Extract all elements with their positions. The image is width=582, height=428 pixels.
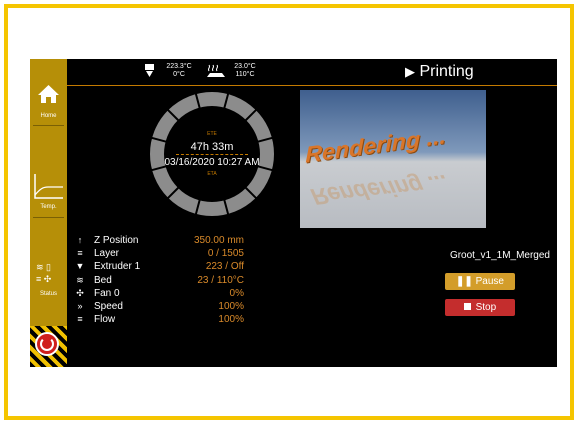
pause-button[interactable]: ❚❚ Pause xyxy=(445,273,515,290)
ete-label: ETE xyxy=(207,131,217,137)
flow-icon: ≡ xyxy=(77,314,83,325)
stat-value: 350.00 mm xyxy=(193,235,244,246)
flow-fan-icon: ≡ ✣ xyxy=(36,274,52,284)
emergency-stop-icon xyxy=(35,332,59,356)
eta-datetime: 03/16/2020 10:27 AM xyxy=(164,157,260,168)
extruder-temp-indicator[interactable]: 223.3°C 0°C xyxy=(143,61,203,83)
status-text: Printing xyxy=(419,63,474,80)
speed-icon: » xyxy=(77,301,83,311)
stat-row: ≡ Flow 100% xyxy=(70,313,250,326)
speed-thermo-icon: ≋ ▯ xyxy=(36,262,51,272)
eta-label: ETA xyxy=(207,171,217,177)
extruder-target: 0°C xyxy=(173,71,185,78)
extruder-temp: 223.3°C xyxy=(166,63,192,70)
temp-label: Temp. xyxy=(40,204,57,210)
home-icon xyxy=(38,85,59,103)
stat-label: Speed xyxy=(94,301,123,312)
bed-icon: ≋ xyxy=(76,274,84,285)
home-nav[interactable]: Home xyxy=(30,59,67,119)
stat-value: 0% xyxy=(229,287,244,299)
pause-icon: ❚❚ xyxy=(456,276,473,287)
stat-row: ≋ Bed 23 / 110°C xyxy=(70,274,250,287)
z-arrow-icon: ↑ xyxy=(77,235,83,245)
sidebar: Home Temp. ≋ ▯ ≡ ✣ Status xyxy=(30,59,67,367)
time-remaining: 47h 33m xyxy=(190,141,234,153)
stat-label: Z Position xyxy=(94,235,139,246)
stat-value: 223 / Off xyxy=(205,261,244,273)
stat-value: 100% xyxy=(218,301,244,312)
fan-icon: ✣ xyxy=(76,287,84,298)
stop-button[interactable]: Stop xyxy=(445,299,515,316)
extruder-icon xyxy=(145,64,154,77)
extruder-icon: ▼ xyxy=(75,261,85,272)
printer-status: ▶ Printing xyxy=(405,63,474,81)
topbar-divider xyxy=(67,85,557,86)
stat-row: ≡ Layer 0 / 1505 xyxy=(70,247,250,260)
stat-row: ↑ Z Position 350.00 mm xyxy=(70,234,250,247)
sidebar-divider xyxy=(33,125,64,126)
stop-label: Stop xyxy=(475,302,497,313)
bed-temp-indicator[interactable]: 23.0°C 110°C xyxy=(205,61,265,83)
layers-icon: ≡ xyxy=(77,248,83,259)
home-label: Home xyxy=(40,113,57,119)
temp-nav[interactable]: Temp. xyxy=(30,159,67,214)
stat-label: Layer xyxy=(94,248,120,260)
temperature-graph-icon xyxy=(34,174,63,199)
play-icon: ▶ xyxy=(405,64,415,79)
stat-value: 100% xyxy=(218,314,244,326)
sidebar-divider xyxy=(33,217,64,218)
print-thumbnail: Rendering ... Rendering ... xyxy=(300,90,486,228)
rendering-reflection: Rendering ... xyxy=(308,169,452,211)
status-label: Status xyxy=(39,291,57,297)
stat-row: ✣ Fan 0 0% xyxy=(70,287,250,300)
rendering-text: Rendering ... xyxy=(305,122,446,168)
stat-row: ▼ Extruder 1 223 / Off xyxy=(70,260,250,273)
bed-temp: 23.0°C xyxy=(234,63,256,70)
bed-heat-icon xyxy=(207,64,225,77)
stat-row: » Speed 100% xyxy=(70,300,250,313)
stat-label: Flow xyxy=(94,314,116,326)
bed-target: 110°C xyxy=(235,71,255,78)
job-filename: Groot_v1_1M_Merged xyxy=(449,250,550,261)
stat-label: Bed xyxy=(94,274,112,286)
printer-screen: Home Temp. ≋ ▯ ≡ ✣ Status 223.3°C 0°C 23… xyxy=(30,59,557,367)
stop-icon xyxy=(463,303,471,310)
stat-value: 23 / 110°C xyxy=(197,274,244,286)
stat-label: Extruder 1 xyxy=(94,261,141,273)
emergency-stop-area[interactable] xyxy=(30,326,67,367)
stat-value: 0 / 1505 xyxy=(207,248,244,260)
status-nav[interactable]: ≋ ▯ ≡ ✣ Status xyxy=(30,254,67,304)
stat-label: Fan 0 xyxy=(94,287,120,299)
pause-label: Pause xyxy=(475,276,504,287)
progress-divider xyxy=(176,154,248,155)
